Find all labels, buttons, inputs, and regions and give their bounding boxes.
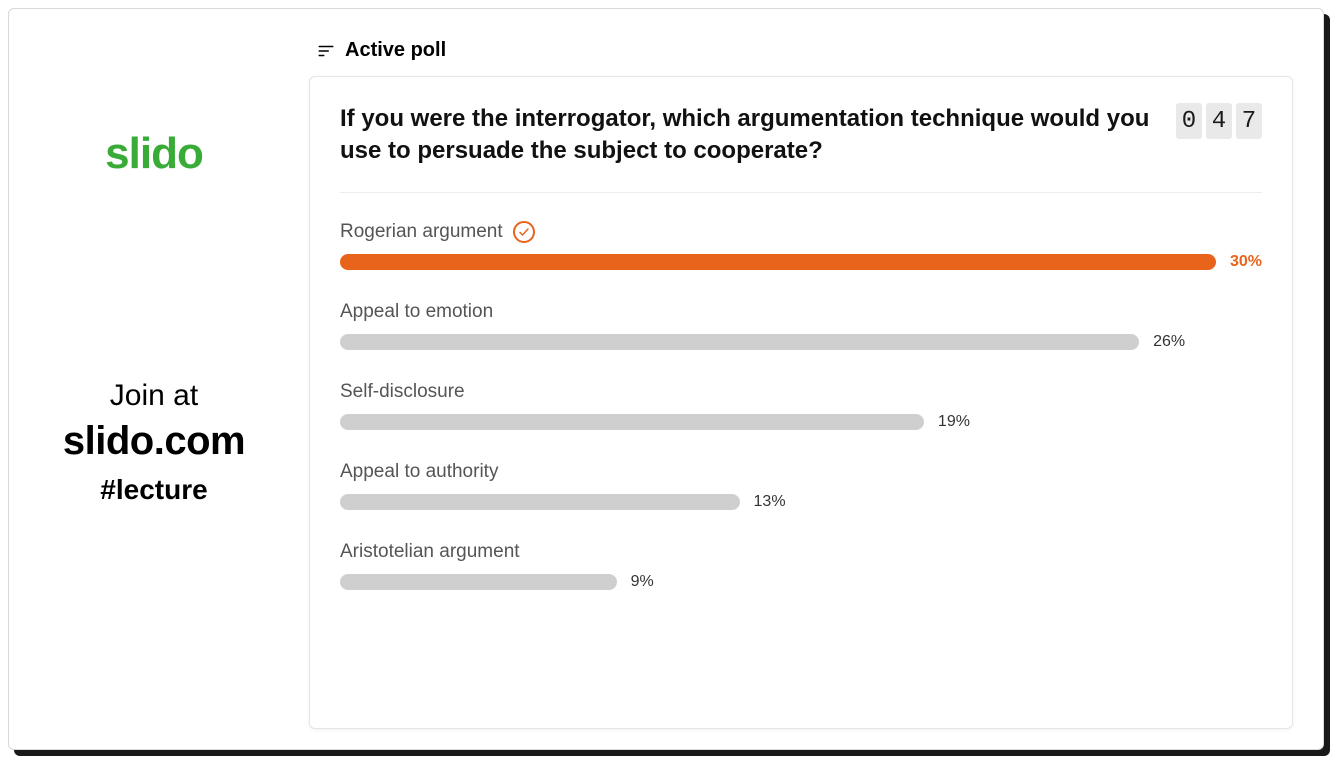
poll-option-bar-row: 9% — [340, 573, 1262, 591]
poll-option-bar — [340, 334, 1139, 350]
slido-logo: slido — [105, 129, 203, 179]
poll-option: Rogerian argument 30% — [340, 221, 1262, 271]
poll-option-percent: 30% — [1230, 253, 1262, 271]
poll-option-bar-row: 30% — [340, 253, 1262, 271]
poll-header: Active poll — [309, 39, 1293, 62]
correct-check-icon — [513, 221, 535, 243]
poll-card-header: If you were the interrogator, which argu… — [340, 103, 1262, 193]
counter-digit: 0 — [1176, 103, 1202, 139]
poll-list-icon — [317, 42, 335, 60]
poll-option-label-row: Appeal to emotion — [340, 301, 1262, 323]
poll-question: If you were the interrogator, which argu… — [340, 103, 1156, 168]
poll-option-bar — [340, 254, 1216, 270]
poll-options: Rogerian argument 30% Appeal to emotion 26%… — [340, 221, 1262, 591]
poll-option-percent: 9% — [631, 573, 654, 591]
poll-option-bar — [340, 494, 740, 510]
poll-option-bar-row: 13% — [340, 493, 1262, 511]
vote-counter: 0 4 7 — [1176, 103, 1262, 139]
poll-option-label: Appeal to authority — [340, 461, 498, 483]
main-content: Active poll If you were the interrogator… — [299, 9, 1323, 749]
poll-option-bar — [340, 414, 924, 430]
poll-card: If you were the interrogator, which argu… — [309, 76, 1293, 729]
poll-option-label-row: Appeal to authority — [340, 461, 1262, 483]
poll-header-label: Active poll — [345, 39, 446, 62]
sidebar: slido Join at slido.com #lecture — [9, 9, 299, 749]
poll-option-percent: 26% — [1153, 333, 1185, 351]
poll-option: Appeal to authority 13% — [340, 461, 1262, 511]
poll-option-label: Aristotelian argument — [340, 541, 520, 563]
poll-option-label: Appeal to emotion — [340, 301, 493, 323]
join-url: slido.com — [63, 419, 245, 464]
poll-option-percent: 13% — [754, 493, 786, 511]
counter-digit: 4 — [1206, 103, 1232, 139]
poll-option-label-row: Self-disclosure — [340, 381, 1262, 403]
poll-option-bar-row: 26% — [340, 333, 1262, 351]
poll-option-label: Rogerian argument — [340, 221, 503, 243]
join-instructions: Join at slido.com #lecture — [63, 379, 245, 506]
poll-option-label-row: Rogerian argument — [340, 221, 1262, 243]
counter-digit: 7 — [1236, 103, 1262, 139]
poll-option-label-row: Aristotelian argument — [340, 541, 1262, 563]
join-prefix: Join at — [63, 379, 245, 413]
poll-option: Self-disclosure 19% — [340, 381, 1262, 431]
poll-option-bar-row: 19% — [340, 413, 1262, 431]
poll-option: Aristotelian argument 9% — [340, 541, 1262, 591]
presentation-frame: slido Join at slido.com #lecture Active … — [8, 8, 1324, 750]
poll-option-percent: 19% — [938, 413, 970, 431]
poll-option-bar — [340, 574, 617, 590]
join-code: #lecture — [63, 474, 245, 506]
poll-option: Appeal to emotion 26% — [340, 301, 1262, 351]
poll-option-label: Self-disclosure — [340, 381, 465, 403]
